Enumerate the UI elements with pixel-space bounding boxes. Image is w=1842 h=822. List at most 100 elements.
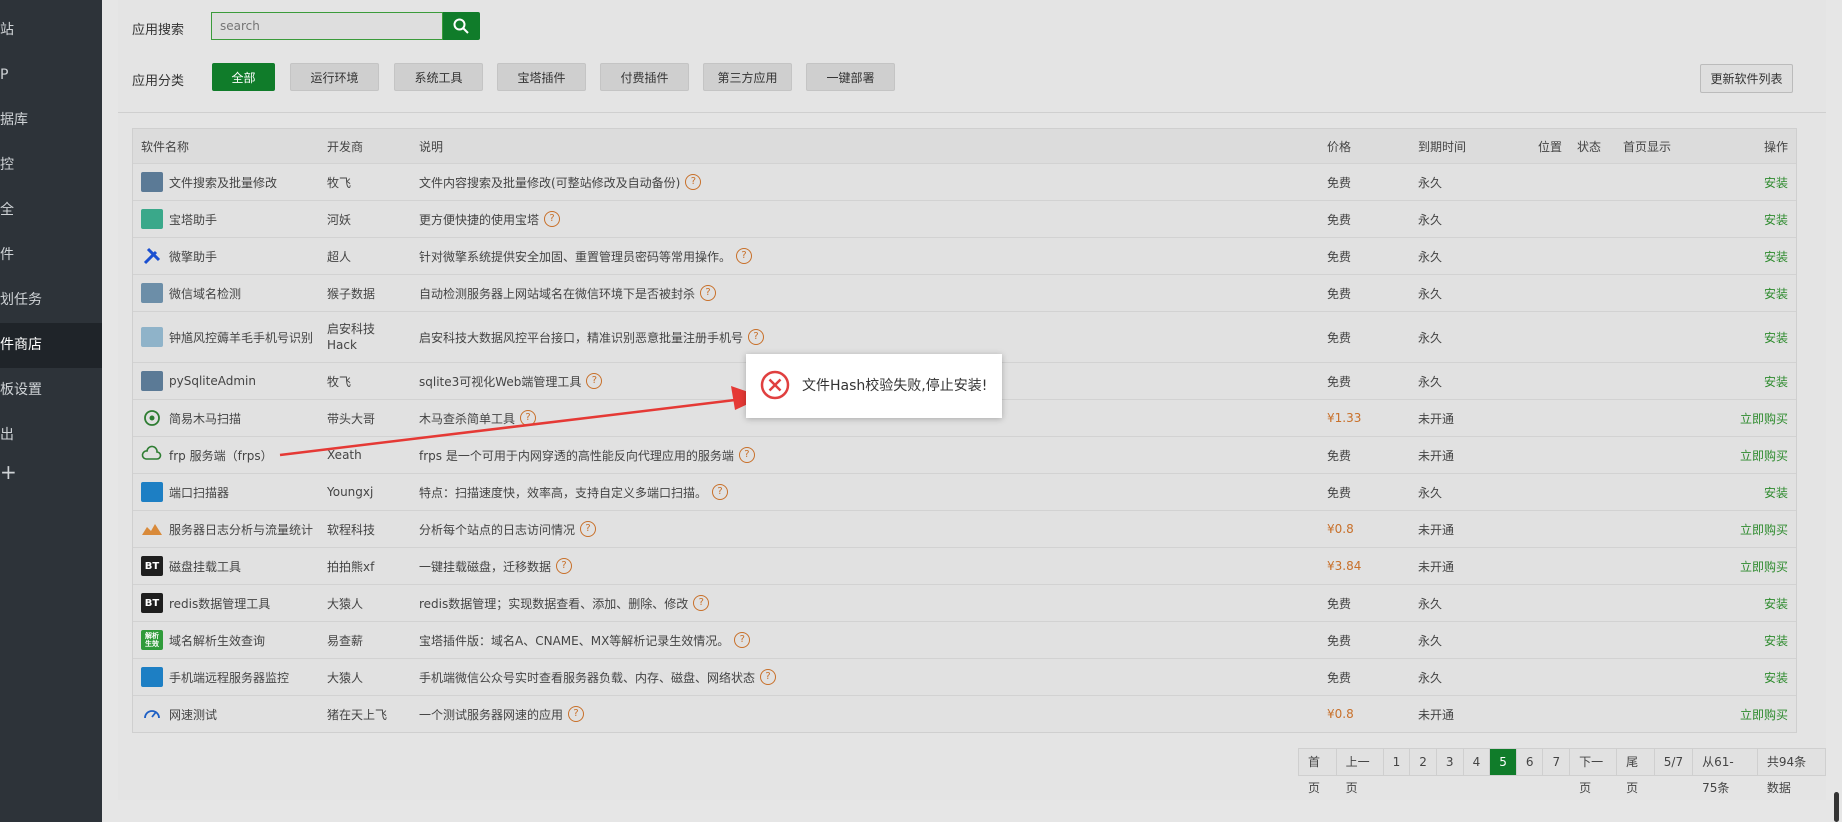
- category-one-click[interactable]: 一键部署: [806, 63, 895, 91]
- search-input[interactable]: [212, 13, 448, 39]
- row-name-text: 磁盘挂载工具: [169, 559, 242, 574]
- page-next[interactable]: 下一页: [1570, 749, 1618, 795]
- search-icon: [453, 18, 469, 34]
- header-home-display: 首页显示: [1623, 139, 1672, 154]
- install-button[interactable]: 安装: [1764, 275, 1788, 311]
- sidebar-item-files[interactable]: 件: [0, 233, 102, 278]
- row-expire: 未开通: [1418, 411, 1455, 426]
- help-icon[interactable]: ?: [736, 248, 753, 264]
- row-name-text: redis数据管理工具: [169, 596, 271, 611]
- row-name: 手机端远程服务器监控: [141, 659, 289, 695]
- page-last[interactable]: 尾页: [1617, 749, 1655, 795]
- category-system-tools[interactable]: 系统工具: [394, 63, 483, 91]
- sidebar-item-site[interactable]: 站: [0, 8, 102, 53]
- install-button[interactable]: 安装: [1764, 622, 1788, 658]
- page-prev[interactable]: 上一页: [1337, 749, 1384, 795]
- row-name: 服务器日志分析与流量统计: [141, 511, 313, 547]
- install-button[interactable]: 安装: [1764, 659, 1788, 695]
- row-name: 微信域名检测: [141, 275, 241, 311]
- row-name-text: 微擎助手: [169, 249, 218, 264]
- buy-now-button[interactable]: 立即购买: [1740, 400, 1788, 436]
- page-1[interactable]: 1: [1384, 749, 1411, 775]
- scrollbar-thumb[interactable]: [1834, 792, 1839, 822]
- row-name: 文件搜索及批量修改: [141, 164, 277, 200]
- sidebar-item-logout[interactable]: 出: [0, 413, 102, 458]
- buy-now-button[interactable]: 立即购买: [1740, 696, 1788, 732]
- row-developer: 软程科技: [327, 522, 376, 537]
- help-icon[interactable]: ?: [520, 410, 537, 426]
- help-icon[interactable]: ?: [580, 521, 597, 537]
- table-header: 软件名称 开发商 说明 价格 到期时间 位置 状态 首页显示 操作: [133, 129, 1796, 164]
- row-price: 免费: [1327, 249, 1352, 264]
- page-3[interactable]: 3: [1437, 749, 1464, 775]
- install-button[interactable]: 安装: [1764, 312, 1788, 362]
- install-button[interactable]: 安装: [1764, 474, 1788, 510]
- install-button[interactable]: 安装: [1764, 201, 1788, 237]
- row-name: pySqliteAdmin: [141, 363, 256, 399]
- sidebar-item-label: P: [0, 67, 9, 83]
- help-icon[interactable]: ?: [734, 632, 751, 648]
- page-total: 共94条数据: [1766, 755, 1807, 795]
- sidebar-item-ftp[interactable]: P: [0, 53, 102, 98]
- sidebar-item-label: 全: [0, 202, 14, 218]
- table-row: BT redis数据管理工具 大猿人 redis数据管理；实现数据查看、添加、删…: [133, 585, 1796, 622]
- table-row: 服务器日志分析与流量统计 软程科技 分析每个站点的日志访问情况 ? ¥0.8 未…: [133, 511, 1796, 548]
- help-icon[interactable]: ?: [738, 447, 755, 463]
- target-icon: [141, 408, 163, 428]
- help-icon[interactable]: ?: [712, 484, 729, 500]
- help-icon[interactable]: ?: [685, 174, 702, 190]
- refresh-list-button[interactable]: 更新软件列表: [1700, 64, 1793, 93]
- page-2[interactable]: 2: [1410, 749, 1437, 775]
- install-button[interactable]: 安装: [1764, 164, 1788, 200]
- sidebar-item-database[interactable]: 据库: [0, 98, 102, 143]
- help-icon[interactable]: ?: [586, 373, 603, 389]
- row-name-text: 端口扫描器: [169, 485, 230, 500]
- pagination: 首页 上一页 1 2 3 4 5 6 7 下一页 尾页 5/7 从61-75条 共94条数据: [1298, 748, 1826, 795]
- tools-icon: [141, 246, 163, 266]
- sidebar-item-security[interactable]: 全: [0, 188, 102, 233]
- install-button[interactable]: 安装: [1764, 238, 1788, 274]
- category-paid-plugins[interactable]: 付费插件: [600, 63, 689, 91]
- sidebar-item-monitor[interactable]: 控: [0, 143, 102, 188]
- help-icon[interactable]: ?: [693, 595, 710, 611]
- page-first[interactable]: 首页: [1299, 749, 1337, 795]
- row-price: 免费: [1327, 286, 1352, 301]
- help-icon[interactable]: ?: [568, 706, 585, 722]
- row-expire: 永久: [1418, 175, 1443, 190]
- table-row: BT 磁盘挂载工具 拍拍熊xf 一键挂载磁盘，迁移数据 ? ¥3.84 未开通 …: [133, 548, 1796, 585]
- icon-text: BT: [144, 560, 160, 572]
- row-expire: 未开通: [1418, 559, 1455, 574]
- page-6[interactable]: 6: [1517, 749, 1544, 775]
- search-field[interactable]: [211, 12, 448, 40]
- search-label: 应用搜索: [132, 23, 185, 38]
- install-button[interactable]: 安装: [1764, 363, 1788, 399]
- buy-now-button[interactable]: 立即购买: [1740, 437, 1788, 473]
- sidebar-item-store[interactable]: 件商店: [0, 323, 102, 368]
- page-4[interactable]: 4: [1464, 749, 1491, 775]
- help-icon[interactable]: ?: [760, 669, 777, 685]
- category-bt-plugins[interactable]: 宝塔插件: [497, 63, 586, 91]
- search-button[interactable]: [443, 12, 480, 40]
- buy-now-button[interactable]: 立即购买: [1740, 548, 1788, 584]
- row-name-text: pySqliteAdmin: [169, 374, 256, 388]
- buy-now-button[interactable]: 立即购买: [1740, 511, 1788, 547]
- category-third-party[interactable]: 第三方应用: [703, 63, 792, 91]
- row-name-text: 文件搜索及批量修改: [169, 175, 278, 190]
- help-icon[interactable]: ?: [748, 329, 765, 345]
- category-all[interactable]: 全部: [212, 63, 275, 91]
- page-7[interactable]: 7: [1543, 749, 1571, 775]
- sidebar-item-label: 件: [0, 247, 14, 263]
- help-icon[interactable]: ?: [544, 211, 561, 227]
- category-runtime[interactable]: 运行环境: [290, 63, 379, 91]
- speedometer-icon: [141, 704, 163, 724]
- sidebar-item-settings[interactable]: 板设置: [0, 368, 102, 413]
- help-icon[interactable]: ?: [700, 285, 717, 301]
- page-5[interactable]: 5: [1490, 749, 1517, 775]
- sidebar-item-cron[interactable]: 划任务: [0, 278, 102, 323]
- row-expire: 未开通: [1418, 522, 1455, 537]
- row-developer: 易查薪: [327, 633, 364, 648]
- row-price: ¥3.84: [1327, 559, 1362, 573]
- help-icon[interactable]: ?: [556, 558, 573, 574]
- install-button[interactable]: 安装: [1764, 585, 1788, 621]
- plus-icon[interactable]: +: [0, 460, 17, 484]
